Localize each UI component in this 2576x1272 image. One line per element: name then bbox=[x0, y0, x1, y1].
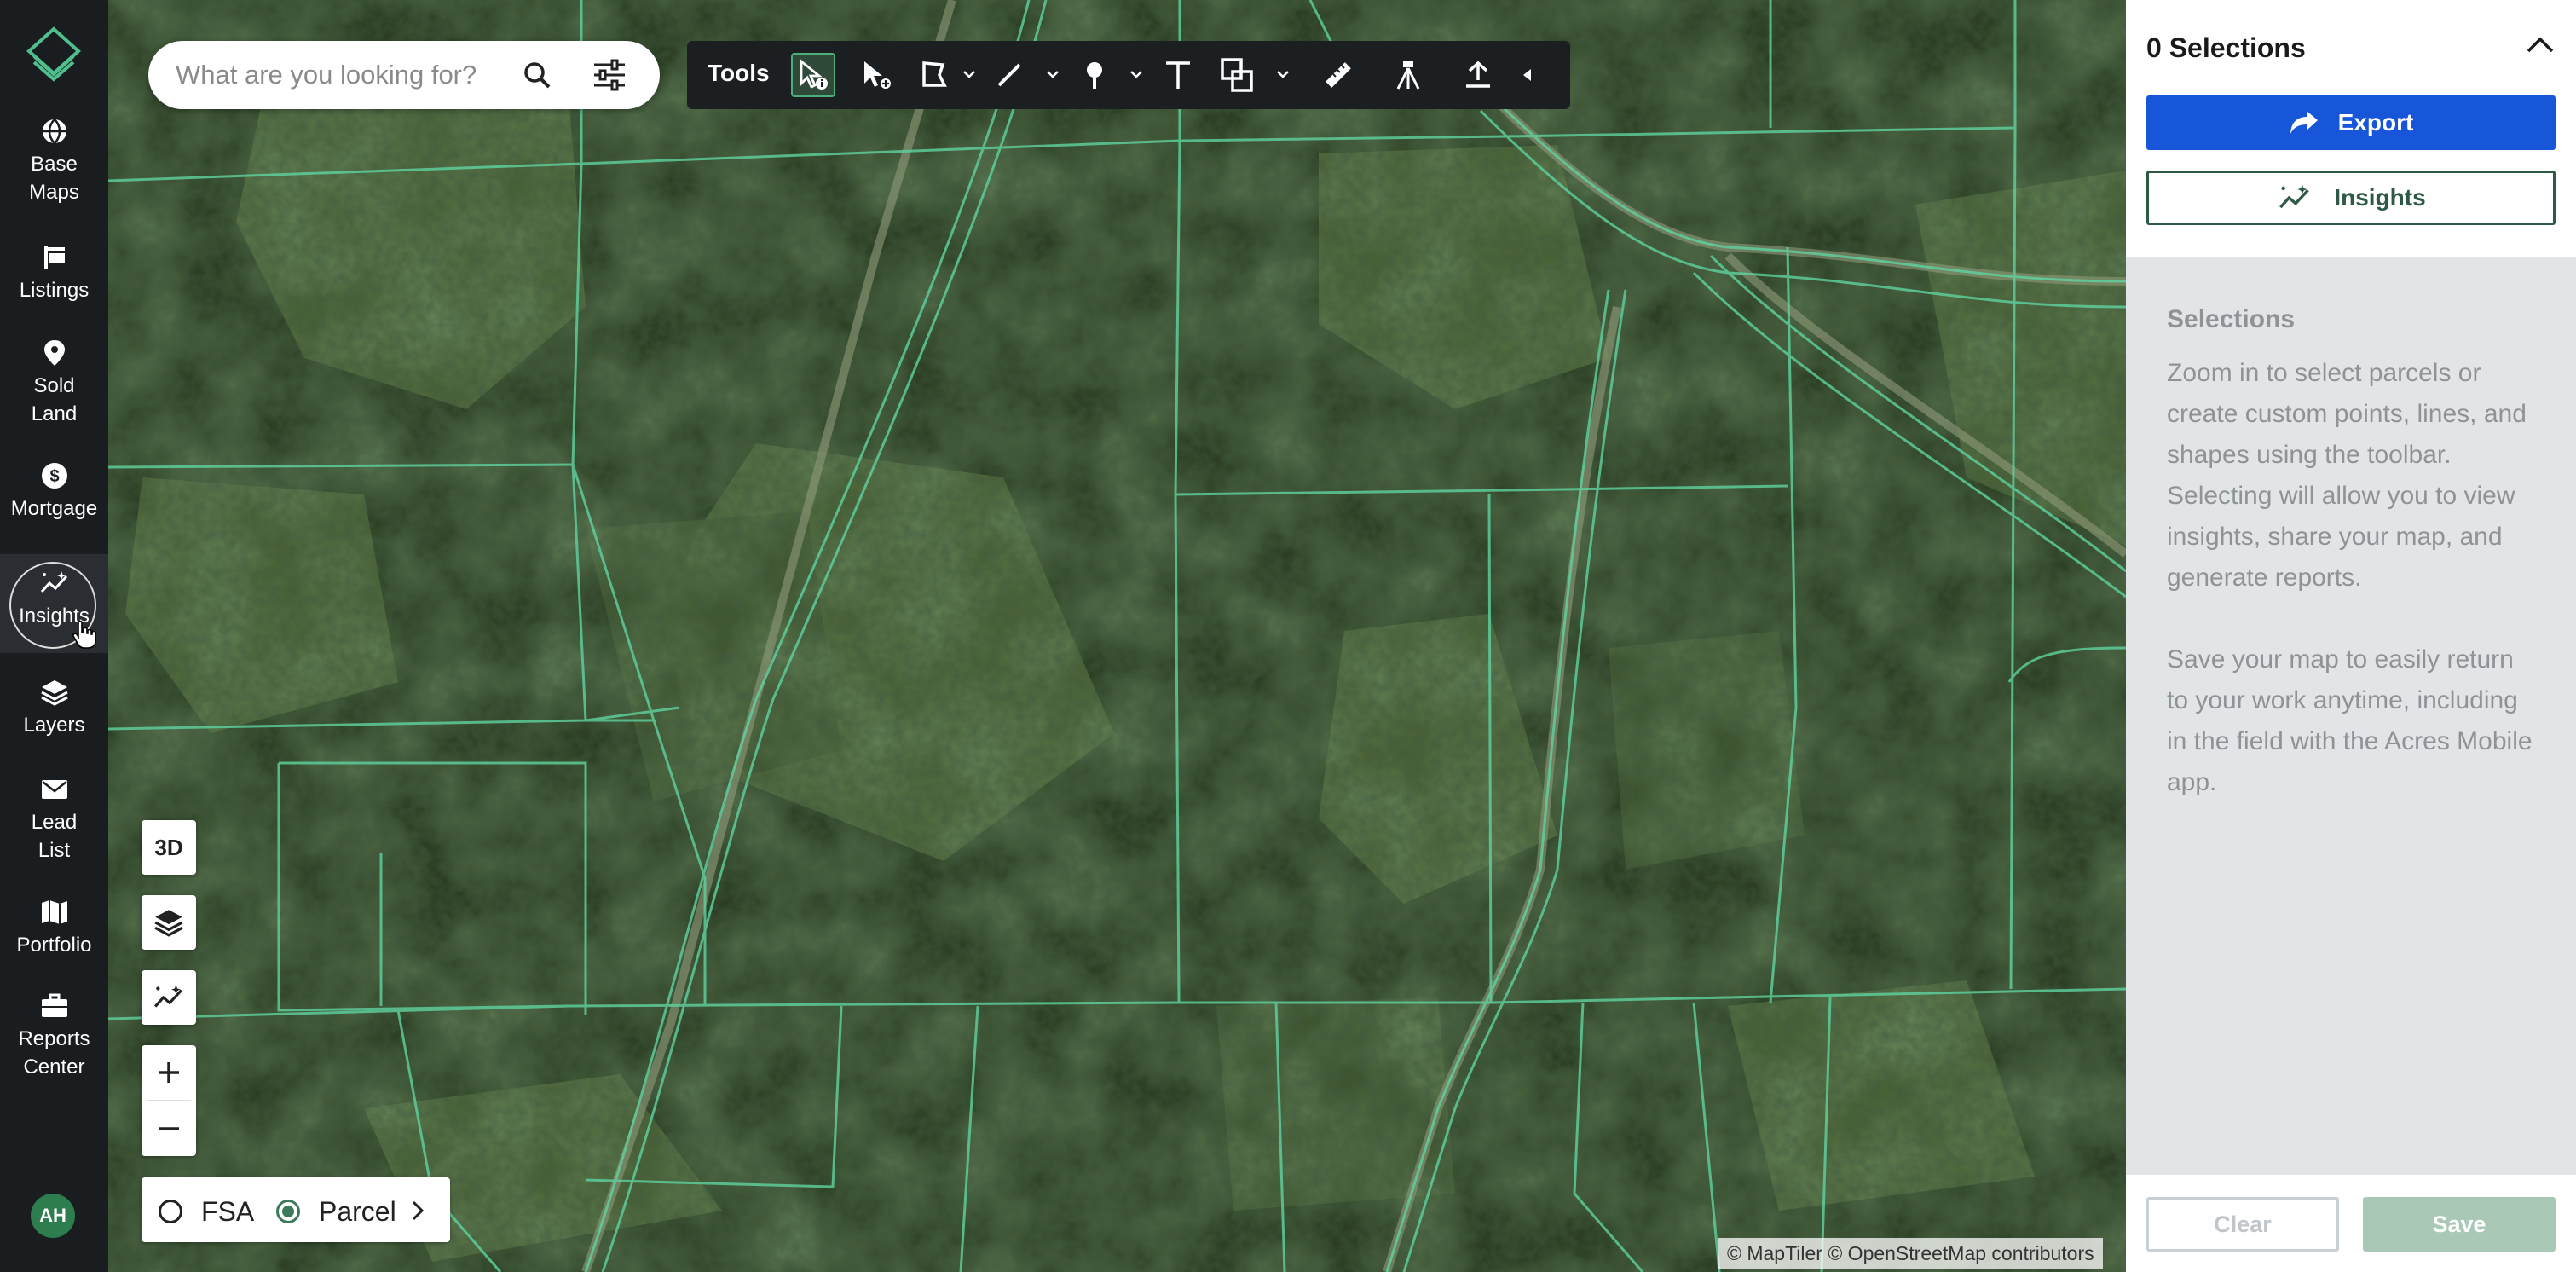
search-bar[interactable] bbox=[148, 41, 660, 109]
sidebar-item-mortgage[interactable]: $ Mortgage bbox=[0, 460, 108, 529]
sidebar-item-label: Layers bbox=[23, 714, 85, 737]
help-paragraph-1: Zoom in to select parcels or create cust… bbox=[2167, 359, 2527, 592]
pin-icon bbox=[1087, 62, 1102, 89]
globe-icon bbox=[42, 119, 66, 144]
radio-parcel[interactable] bbox=[276, 1200, 300, 1223]
select-info-icon bbox=[800, 59, 828, 90]
text-tool-button[interactable] bbox=[1156, 53, 1200, 97]
insights-sparkle-icon bbox=[2279, 184, 2310, 209]
layers-icon bbox=[154, 910, 183, 937]
chevron-right-icon[interactable] bbox=[407, 1198, 428, 1223]
selections-header: 0 Selections Export Insights bbox=[2126, 0, 2576, 257]
sidebar-item-label: Lead List bbox=[31, 811, 78, 862]
3d-label: 3D bbox=[154, 834, 183, 860]
sidebar-item-layers[interactable]: Layers bbox=[0, 677, 108, 745]
layers-icon bbox=[40, 680, 68, 706]
export-label: Export bbox=[2337, 109, 2414, 136]
sidebar-item-base-maps[interactable]: Base Maps bbox=[0, 116, 108, 211]
sidebar-item-label: Portfolio bbox=[16, 934, 92, 957]
text-icon bbox=[1166, 61, 1190, 89]
plus-icon bbox=[159, 1062, 179, 1083]
survey-tool-button[interactable] bbox=[1386, 53, 1430, 97]
sidebar: Base Maps Listings Sold Land $ Mortgage … bbox=[0, 0, 108, 1272]
chevron-down-icon[interactable] bbox=[1129, 66, 1144, 82]
upload-icon bbox=[1466, 61, 1490, 88]
sidebar-item-sold-land[interactable]: Sold Land bbox=[0, 338, 108, 433]
map-pin-icon bbox=[43, 340, 65, 366]
drawing-toolbar: Tools bbox=[687, 41, 1570, 109]
sidebar-item-portfolio[interactable]: Portfolio bbox=[0, 897, 108, 965]
insights-button[interactable]: Insights bbox=[2146, 171, 2556, 225]
radio-label-fsa: FSA bbox=[201, 1196, 255, 1227]
svg-text:$: $ bbox=[49, 467, 59, 486]
draw-polygon-tool-button[interactable] bbox=[912, 53, 956, 97]
zoom-in-button[interactable] bbox=[142, 1045, 196, 1100]
satellite-imagery[interactable] bbox=[108, 0, 2126, 1272]
map-attribution[interactable]: © MapTiler © OpenStreetMap contributors bbox=[1718, 1238, 2103, 1269]
sidebar-item-reports-center[interactable]: Reports Center bbox=[0, 991, 108, 1086]
sidebar-item-lead-list[interactable]: Lead List bbox=[0, 774, 108, 870]
ruler-icon bbox=[1326, 62, 1351, 88]
sidebar-item-insights[interactable]: Insights bbox=[0, 554, 108, 653]
measure-tool-button[interactable] bbox=[1316, 53, 1360, 97]
insights-label: Insights bbox=[2334, 184, 2426, 211]
sidebar-item-listings[interactable]: Listings bbox=[0, 242, 108, 310]
toolbar-label: Tools bbox=[708, 60, 770, 86]
shapes-icon bbox=[1221, 58, 1253, 92]
selections-help-text: Zoom in to select parcels or create cust… bbox=[2167, 353, 2542, 803]
map-layers-button[interactable] bbox=[142, 895, 196, 950]
help-paragraph-2: Save your map to easily return to your w… bbox=[2167, 645, 2533, 796]
selections-panel: 0 Selections Export Insights Selections … bbox=[2126, 0, 2576, 1272]
caret-left-icon bbox=[1523, 69, 1531, 81]
zoom-control bbox=[142, 1045, 196, 1156]
chevron-up-icon[interactable] bbox=[2523, 32, 2557, 58]
selections-footer: Clear Save bbox=[2126, 1175, 2576, 1272]
drop-pin-tool-button[interactable] bbox=[1072, 53, 1117, 97]
selections-count-title: 0 Selections bbox=[2146, 32, 2306, 63]
sidebar-item-label: Sold Land bbox=[31, 374, 78, 425]
search-icon[interactable] bbox=[522, 60, 552, 90]
insights-sparkle-icon bbox=[153, 985, 182, 1008]
listing-sign-icon bbox=[43, 246, 65, 269]
minus-icon bbox=[159, 1127, 179, 1130]
selections-section-title: Selections bbox=[2167, 305, 2296, 333]
folded-map-icon bbox=[41, 900, 67, 924]
map-insights-button[interactable] bbox=[142, 970, 196, 1025]
tripod-icon bbox=[1396, 61, 1420, 90]
sidebar-item-label: Listings bbox=[19, 279, 90, 302]
3d-toggle-button[interactable]: 3D bbox=[142, 820, 196, 875]
sidebar-item-label: Mortgage bbox=[10, 497, 98, 520]
select-info-tool-button[interactable] bbox=[791, 53, 835, 97]
shapes-tool-button[interactable] bbox=[1216, 53, 1260, 97]
search-input[interactable] bbox=[176, 56, 534, 94]
upload-tool-button[interactable] bbox=[1456, 53, 1500, 97]
hand-cursor-icon bbox=[72, 620, 96, 649]
radio-fsa[interactable] bbox=[159, 1200, 182, 1223]
polygon-icon bbox=[922, 61, 947, 87]
sidebar-item-label: Base Maps bbox=[29, 153, 79, 204]
sidebar-item-label: Reports Center bbox=[18, 1027, 90, 1078]
acres-logo-icon[interactable] bbox=[26, 26, 82, 82]
export-button[interactable]: Export bbox=[2146, 95, 2556, 150]
zoom-out-button[interactable] bbox=[142, 1101, 196, 1156]
radio-label-parcel: Parcel bbox=[319, 1196, 396, 1227]
chevron-down-icon[interactable] bbox=[1045, 66, 1060, 82]
share-arrow-icon bbox=[2290, 112, 2318, 134]
cursor-plus-icon bbox=[864, 61, 892, 90]
clear-button[interactable]: Clear bbox=[2146, 1197, 2339, 1252]
chevron-down-icon[interactable] bbox=[962, 66, 977, 82]
add-point-tool-button[interactable] bbox=[854, 53, 898, 97]
envelope-icon bbox=[41, 780, 67, 799]
avatar[interactable]: AH bbox=[31, 1194, 75, 1238]
boundary-layer-picker: FSA Parcel bbox=[142, 1177, 450, 1242]
line-icon bbox=[997, 63, 1021, 87]
chevron-down-icon[interactable] bbox=[1275, 66, 1291, 82]
filter-sliders-icon[interactable] bbox=[592, 58, 627, 92]
save-button[interactable]: Save bbox=[2363, 1197, 2556, 1252]
collapse-toolbar-button[interactable] bbox=[1510, 53, 1545, 97]
draw-line-tool-button[interactable] bbox=[987, 53, 1031, 97]
map-canvas[interactable]: Tools bbox=[108, 0, 2126, 1272]
briefcase-icon bbox=[41, 993, 67, 1017]
dollar-coin-icon: $ bbox=[41, 463, 67, 489]
